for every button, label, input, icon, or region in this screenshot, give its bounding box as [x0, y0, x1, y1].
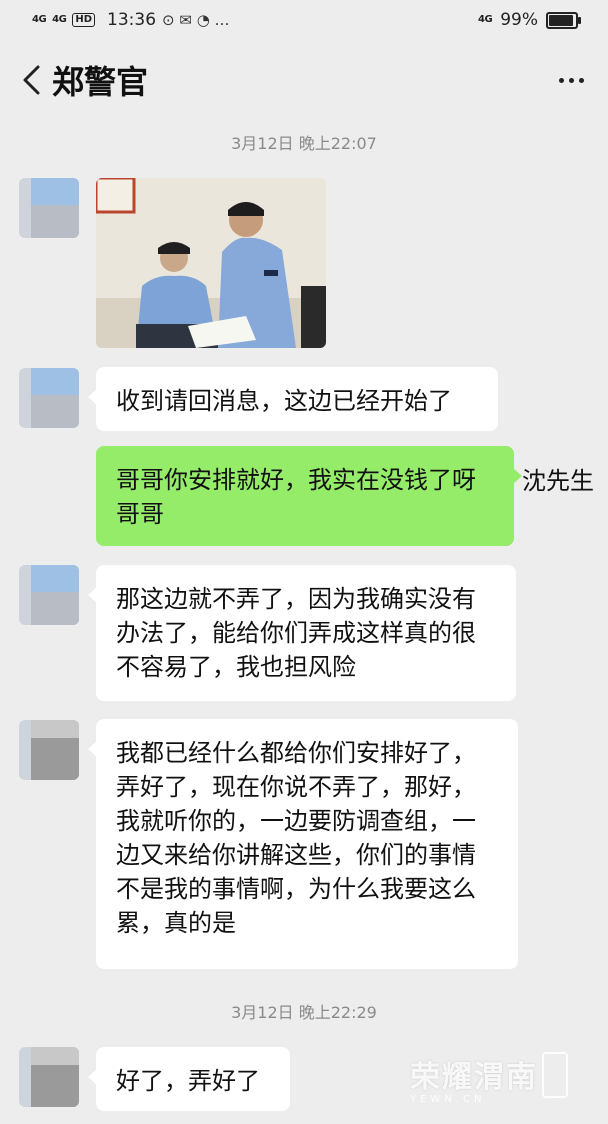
battery-icon [546, 11, 581, 29]
chat-header: 郑警官 [0, 50, 608, 112]
chat-timestamp: 3月12日 晚上22:07 [231, 134, 377, 153]
hd-voice-icon: HD [72, 13, 96, 27]
battery-fill [549, 14, 573, 26]
avatar[interactable] [19, 1047, 79, 1107]
status-bar: 4G 4G HD 13:36 ⊙ ✉ ◔ … 4G 99% [0, 0, 608, 42]
message-text: 哥哥你安排就好，我实在没钱了呀 [116, 466, 476, 494]
message-text: 边又来给你讲解这些，你们的事情 [116, 841, 476, 869]
message-text: 我都已经什么都给你们安排好了， [116, 739, 476, 767]
message-bubble-incoming[interactable]: 收到请回消息，这边已经开始了 [88, 367, 498, 431]
message-text: 不是我的事情啊，为什么我要这么 [116, 875, 476, 903]
network-icon: 4G [478, 14, 493, 25]
message-text: 哥哥 [116, 500, 164, 528]
message-bubble-incoming[interactable]: 我都已经什么都给你们安排好了， 弄好了，现在你说不弄了，那好， 我就听你的，一边… [88, 719, 518, 969]
message-text: 我就听你的，一边要防调查组，一 [116, 807, 476, 835]
watermark-text: 荣耀渭南 [410, 1060, 538, 1095]
avatar[interactable] [19, 178, 79, 238]
message-text: 不容易了，我也担风险 [116, 653, 356, 681]
signal-icon-2: 4G [52, 14, 67, 25]
status-time: 13:36 [107, 10, 157, 30]
chat-timestamp: 3月12日 晚上22:29 [231, 1003, 377, 1022]
more-dots-icon[interactable] [559, 78, 584, 83]
photo-officers-image [96, 178, 326, 348]
message-bubble-incoming[interactable]: 好了，弄好了 [88, 1047, 290, 1111]
chevron-left-icon[interactable] [18, 62, 48, 98]
contact-name: 郑警官 [52, 63, 149, 101]
message-text: 收到请回消息，这边已经开始了 [116, 387, 452, 415]
message-text: 弄好了，现在你说不弄了，那好， [116, 773, 476, 801]
message-bubble-outgoing[interactable]: 哥哥你安排就好，我实在没钱了呀 哥哥 [96, 446, 522, 546]
notification-icons: ⊙ ✉ ◔ … [162, 11, 230, 29]
battery-percent: 99% [500, 10, 538, 30]
message-bubble-incoming[interactable]: 那这边就不弄了，因为我确实没有 办法了，能给你们弄成这样真的很 不容易了，我也担… [88, 565, 516, 701]
watermark-logo: 荣耀渭南 YEWN.CN [410, 1052, 568, 1105]
message-text: 办法了，能给你们弄成这样真的很 [116, 619, 476, 647]
avatar[interactable] [19, 565, 79, 625]
sender-annotation: 沈先生 [522, 467, 594, 495]
avatar[interactable] [19, 720, 79, 780]
photo-message[interactable] [96, 178, 326, 348]
phone-icon [542, 1052, 568, 1098]
message-text: 那这边就不弄了，因为我确实没有 [116, 585, 476, 613]
signal-icon: 4G [32, 14, 47, 25]
avatar[interactable] [19, 368, 79, 428]
message-text: 好了，弄好了 [116, 1067, 260, 1095]
message-text: 累，真的是 [116, 909, 236, 937]
